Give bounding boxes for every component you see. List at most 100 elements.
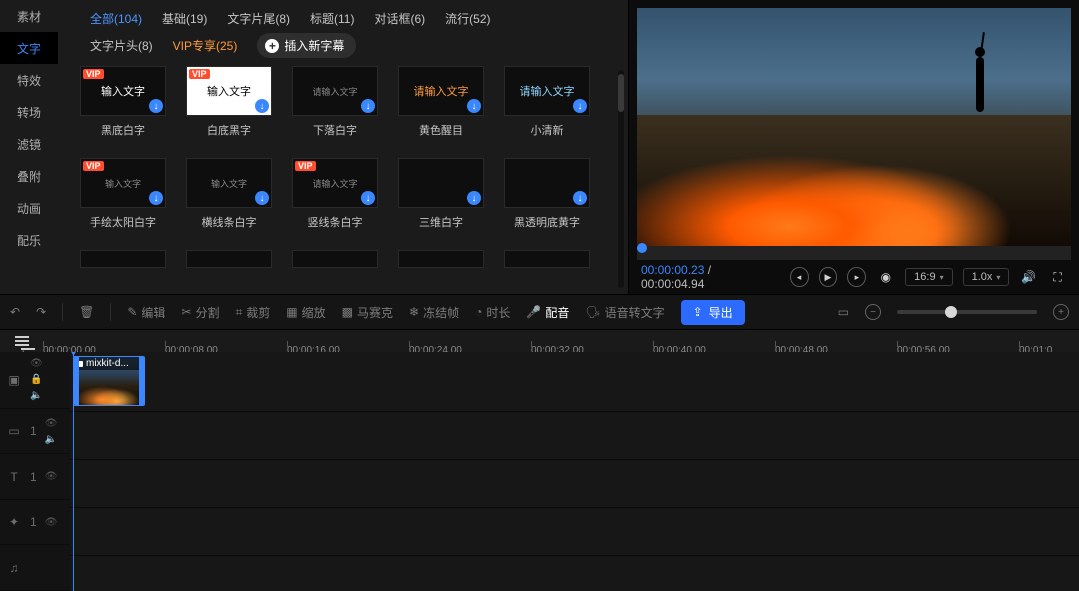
playhead[interactable] — [73, 352, 74, 591]
insert-subtitle-button[interactable]: + 插入新字幕 — [257, 33, 356, 58]
timeline-tracks[interactable]: mixkit-d... — [70, 352, 1079, 591]
track-head-audio[interactable]: ♫ — [0, 545, 70, 591]
video-track[interactable]: mixkit-d... — [70, 352, 1079, 412]
thumb-placeholder-3[interactable] — [292, 250, 378, 268]
download-icon[interactable]: ↓ — [255, 99, 269, 113]
thumb-vertical-line[interactable]: VIP请输入文字↓ 竖线条白字 — [292, 158, 378, 230]
fullscreen-icon[interactable]: ⛶ — [1048, 267, 1067, 287]
tab-titles[interactable]: 标题(11) — [310, 10, 354, 27]
thumb-white-black[interactable]: VIP输入文字↓ 白底黑字 — [186, 66, 272, 138]
thumb-drop-white[interactable]: 请输入文字↓ 下落白字 — [292, 66, 378, 138]
eye-icon[interactable]: 👁 — [30, 358, 43, 369]
sidebar-item-text[interactable]: 文字 — [0, 32, 58, 64]
undo-button[interactable]: ↶ — [10, 305, 20, 319]
tab-trending[interactable]: 流行(52) — [445, 10, 490, 27]
mute-icon[interactable]: 🔈 — [45, 434, 58, 445]
crop-button[interactable]: ⌗ 裁剪 — [236, 304, 271, 321]
prev-frame-button[interactable]: ◂ — [790, 267, 809, 287]
preview-video[interactable] — [637, 8, 1071, 246]
download-icon[interactable]: ↓ — [361, 99, 375, 113]
asset-panel: 全部(104) 基础(19) 文字片尾(8) 标题(11) 对话框(6) 流行(… — [58, 0, 629, 294]
tab-end-titles[interactable]: 文字片尾(8) — [227, 10, 290, 27]
download-icon[interactable]: ↓ — [573, 99, 587, 113]
dub-button[interactable]: 🎤 配音 — [526, 304, 569, 321]
download-icon[interactable]: ↓ — [361, 191, 375, 205]
tab-vip[interactable]: VIP专享(25) — [173, 37, 238, 54]
effect-track[interactable] — [70, 508, 1079, 556]
tab-all[interactable]: 全部(104) — [90, 10, 142, 27]
thumb-placeholder-1[interactable] — [80, 250, 166, 268]
thumb-black-white[interactable]: VIP输入文字↓ 黑底白字 — [80, 66, 166, 138]
vip-badge: VIP — [189, 69, 210, 79]
record-button[interactable]: ◉ — [876, 267, 895, 287]
download-icon[interactable]: ↓ — [467, 99, 481, 113]
sidebar-item-animation[interactable]: 动画 — [0, 192, 58, 224]
track-menu-button[interactable]: + — [15, 336, 29, 346]
plus-icon: + — [265, 39, 279, 53]
clip-resize-right[interactable] — [139, 357, 144, 405]
sidebar-item-transition[interactable]: 转场 — [0, 96, 58, 128]
track-head-caption[interactable]: T1 👁 — [0, 454, 70, 500]
thumb-3d-white[interactable]: ↓ 三维白字 — [398, 158, 484, 230]
text-track-icon: ▭ — [6, 424, 22, 438]
download-icon[interactable]: ↓ — [255, 191, 269, 205]
eye-icon[interactable]: 👁 — [45, 517, 58, 528]
fit-button[interactable]: ▭ — [838, 305, 849, 319]
zoom-in-button[interactable]: + — [1053, 304, 1069, 320]
preview-scrubber[interactable] — [637, 246, 1071, 260]
thumb-black-transparent-yellow[interactable]: ↓ 黑透明底黄字 — [504, 158, 590, 230]
sidebar-item-media[interactable]: 素材 — [0, 0, 58, 32]
thumb-placeholder-2[interactable] — [186, 250, 272, 268]
redo-button[interactable]: ↷ — [36, 305, 46, 319]
duration-button[interactable]: ◔ 时长 — [475, 304, 510, 321]
eye-icon[interactable]: 👁 — [45, 418, 58, 429]
track-head-effect[interactable]: ✦1 👁 — [0, 500, 70, 546]
tab-basic[interactable]: 基础(19) — [162, 10, 207, 27]
export-button[interactable]: ⇪ 导出 — [681, 300, 745, 325]
speech-to-text-button[interactable]: 🗣 语音转文字 — [585, 304, 664, 321]
caption-track-icon: T — [6, 470, 22, 484]
lock-icon[interactable]: 🔒 — [30, 374, 43, 385]
sidebar-item-overlay[interactable]: 叠附 — [0, 160, 58, 192]
play-button[interactable]: ▶ — [819, 267, 838, 287]
thumb-handdrawn-sun[interactable]: VIP输入文字↓ 手绘太阳白字 — [80, 158, 166, 230]
freeze-button[interactable]: ❄ 冻结帧 — [409, 304, 459, 321]
thumb-placeholder-5[interactable] — [504, 250, 590, 268]
tab-dialog[interactable]: 对话框(6) — [374, 10, 425, 27]
audio-track[interactable] — [70, 556, 1079, 591]
mosaic-button[interactable]: ▩ 马赛克 — [342, 304, 393, 321]
audio-track-icon: ♫ — [6, 561, 22, 575]
edit-button[interactable]: ✎ 编辑 — [127, 304, 165, 321]
thumb-fresh[interactable]: 请输入文字↓ 小清新 — [504, 66, 590, 138]
track-head-text[interactable]: ▭1 👁🔈 — [0, 409, 70, 455]
sidebar-item-effects[interactable]: 特效 — [0, 64, 58, 96]
delete-button[interactable]: 🗑 — [79, 305, 94, 319]
caption-track[interactable] — [70, 460, 1079, 508]
thumb-yellow-highlight[interactable]: 请输入文字↓ 黄色醒目 — [398, 66, 484, 138]
zoom-out-button[interactable]: − — [865, 304, 881, 320]
next-frame-button[interactable]: ▸ — [847, 267, 866, 287]
aspect-ratio-select[interactable]: 16:9▾ — [905, 268, 952, 286]
volume-icon[interactable]: 🔊 — [1019, 267, 1038, 287]
eye-icon[interactable]: 👁 — [45, 471, 58, 482]
speed-select[interactable]: 1.0x▾ — [963, 268, 1010, 286]
sidebar-item-music[interactable]: 配乐 — [0, 224, 58, 256]
scale-button[interactable]: ▦ 缩放 — [286, 304, 325, 321]
thumb-horizontal-line[interactable]: 输入文字↓ 横线条白字 — [186, 158, 272, 230]
download-icon[interactable]: ↓ — [149, 191, 163, 205]
track-head-video[interactable]: ▣ 👁🔒🔈 — [0, 352, 70, 409]
vip-badge: VIP — [83, 161, 104, 171]
asset-scrollbar[interactable] — [618, 70, 624, 288]
thumb-placeholder-4[interactable] — [398, 250, 484, 268]
download-icon[interactable]: ↓ — [573, 191, 587, 205]
download-icon[interactable]: ↓ — [467, 191, 481, 205]
download-icon[interactable]: ↓ — [149, 99, 163, 113]
tab-openers[interactable]: 文字片头(8) — [90, 37, 153, 54]
mute-icon[interactable]: 🔈 — [30, 390, 43, 401]
zoom-slider[interactable] — [897, 310, 1037, 314]
clip-resize-left[interactable] — [74, 357, 79, 405]
video-clip[interactable]: mixkit-d... — [73, 356, 145, 406]
text-track[interactable] — [70, 412, 1079, 460]
sidebar-item-filter[interactable]: 滤镜 — [0, 128, 58, 160]
split-button[interactable]: ✂ 分割 — [181, 304, 219, 321]
